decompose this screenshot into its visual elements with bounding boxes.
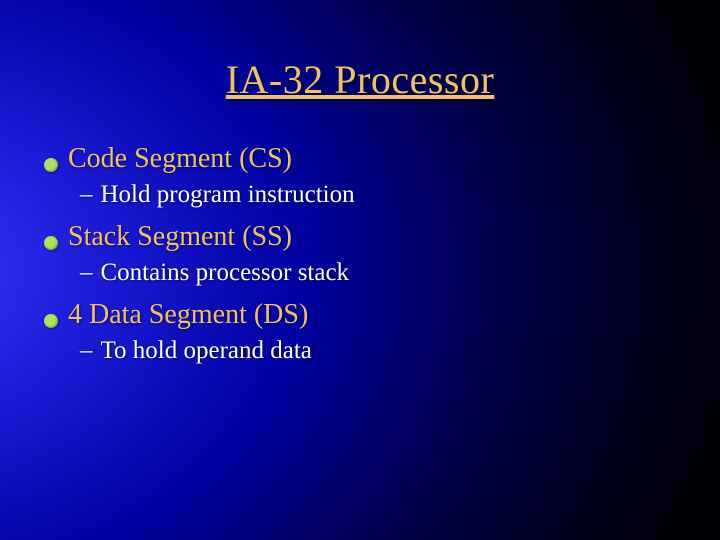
- sub-bullet-label: Contains processor stack: [101, 259, 350, 287]
- slide-content: Code Segment (CS) – Hold program instruc…: [0, 143, 720, 365]
- bullet-icon: [44, 158, 58, 172]
- bullet-label: Stack Segment (SS): [68, 221, 292, 253]
- bullet-item: 4 Data Segment (DS): [44, 299, 680, 331]
- sub-bullet-label: To hold operand data: [101, 337, 312, 365]
- bullet-icon: [44, 236, 58, 250]
- sub-bullet-item: – Hold program instruction: [44, 181, 680, 209]
- dash-icon: –: [80, 259, 93, 287]
- dash-icon: –: [80, 181, 93, 209]
- sub-bullet-item: – Contains processor stack: [44, 259, 680, 287]
- sub-bullet-label: Hold program instruction: [101, 181, 355, 209]
- bullet-item: Stack Segment (SS): [44, 221, 680, 253]
- sub-bullet-item: – To hold operand data: [44, 337, 680, 365]
- bullet-label: Code Segment (CS): [68, 143, 292, 175]
- bullet-icon: [44, 314, 58, 328]
- dash-icon: –: [80, 337, 93, 365]
- bullet-item: Code Segment (CS): [44, 143, 680, 175]
- slide-title: IA-32 Processor: [0, 0, 720, 131]
- bullet-label: 4 Data Segment (DS): [68, 299, 308, 331]
